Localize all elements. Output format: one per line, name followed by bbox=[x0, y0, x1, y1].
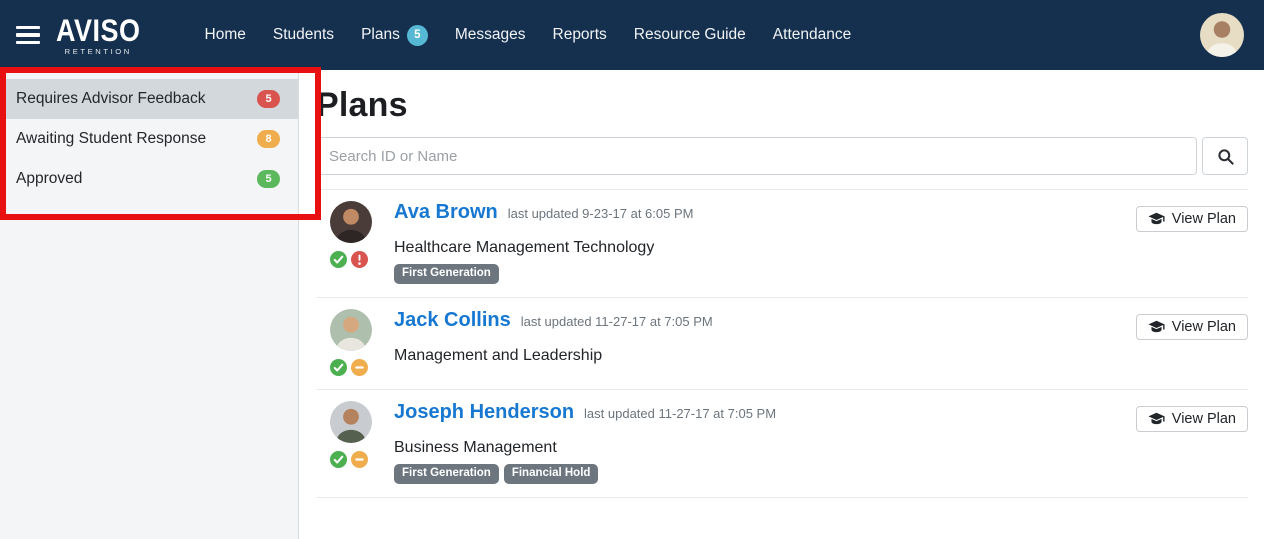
search-bar bbox=[316, 137, 1248, 175]
sidebar-item-awaiting-student-response[interactable]: Awaiting Student Response 8 bbox=[0, 119, 298, 159]
view-plan-button[interactable]: View Plan bbox=[1136, 314, 1248, 340]
approved-check-icon bbox=[330, 359, 347, 376]
graduation-cap-icon bbox=[1148, 320, 1165, 334]
graduation-cap-icon bbox=[1148, 212, 1165, 226]
plans-page: Plans bbox=[300, 70, 1264, 539]
sidebar-item-requires-advisor-feedback[interactable]: Requires Advisor Feedback 5 bbox=[0, 79, 298, 119]
student-name-link[interactable]: Jack Collins bbox=[394, 309, 511, 332]
pending-minus-icon bbox=[351, 359, 368, 376]
student-tag: First Generation bbox=[394, 464, 499, 484]
student-avatar[interactable] bbox=[330, 201, 372, 243]
alert-exclamation-icon bbox=[351, 251, 368, 268]
student-avatar-photo bbox=[330, 201, 372, 243]
pending-minus-icon bbox=[351, 451, 368, 468]
view-plan-button[interactable]: View Plan bbox=[1136, 406, 1248, 432]
last-updated-text: last updated 9-23-17 at 6:05 PM bbox=[508, 206, 694, 221]
brand-name: AVISO bbox=[56, 15, 141, 47]
student-avatar-photo bbox=[330, 309, 372, 351]
nav-item-reports[interactable]: Reports bbox=[553, 26, 607, 44]
student-program: Healthcare Management Technology bbox=[394, 239, 1136, 257]
plan-row-ava-brown: Ava Brown last updated 9-23-17 at 6:05 P… bbox=[316, 189, 1248, 297]
graduation-cap-icon bbox=[1148, 412, 1165, 426]
user-avatar-photo bbox=[1200, 13, 1244, 57]
plan-list: Ava Brown last updated 9-23-17 at 6:05 P… bbox=[316, 189, 1248, 498]
approved-count-badge: 5 bbox=[257, 170, 280, 188]
student-tag: Financial Hold bbox=[504, 464, 599, 484]
view-plan-button[interactable]: View Plan bbox=[1136, 206, 1248, 232]
top-navbar: AVISO RETENTION Home Students Plans 5 Me… bbox=[0, 0, 1264, 70]
student-avatar[interactable] bbox=[330, 401, 372, 443]
student-tag: First Generation bbox=[394, 264, 499, 284]
nav-item-messages[interactable]: Messages bbox=[455, 26, 526, 44]
nav-item-attendance[interactable]: Attendance bbox=[773, 26, 851, 44]
main-nav: Home Students Plans 5 Messages Reports R… bbox=[205, 25, 852, 46]
student-program: Business Management bbox=[394, 439, 1136, 457]
brand-logo[interactable]: AVISO RETENTION bbox=[56, 15, 141, 56]
sidebar-item-approved[interactable]: Approved 5 bbox=[0, 159, 298, 199]
student-name-link[interactable]: Ava Brown bbox=[394, 201, 498, 224]
plan-filter-sidebar: Requires Advisor Feedback 5 Awaiting Stu… bbox=[0, 70, 299, 539]
student-avatar-photo bbox=[330, 401, 372, 443]
requires-feedback-count-badge: 5 bbox=[257, 90, 280, 108]
last-updated-text: last updated 11-27-17 at 7:05 PM bbox=[584, 406, 776, 421]
search-button[interactable] bbox=[1202, 137, 1248, 175]
plans-count-badge: 5 bbox=[407, 25, 428, 46]
awaiting-response-count-badge: 8 bbox=[257, 130, 280, 148]
nav-item-plans[interactable]: Plans 5 bbox=[361, 25, 428, 46]
hamburger-menu-icon[interactable] bbox=[16, 26, 40, 44]
nav-item-students[interactable]: Students bbox=[273, 26, 334, 44]
student-avatar[interactable] bbox=[330, 309, 372, 351]
approved-check-icon bbox=[330, 451, 347, 468]
brand-tagline: RETENTION bbox=[65, 48, 132, 56]
plan-row-jack-collins: Jack Collins last updated 11-27-17 at 7:… bbox=[316, 297, 1248, 389]
student-program: Management and Leadership bbox=[394, 347, 1136, 365]
user-avatar[interactable] bbox=[1200, 13, 1244, 57]
last-updated-text: last updated 11-27-17 at 7:05 PM bbox=[521, 314, 713, 329]
search-icon bbox=[1216, 147, 1235, 166]
nav-item-resource-guide[interactable]: Resource Guide bbox=[634, 26, 746, 44]
nav-item-home[interactable]: Home bbox=[205, 26, 246, 44]
search-input[interactable] bbox=[316, 137, 1197, 175]
approved-check-icon bbox=[330, 251, 347, 268]
plan-row-joseph-henderson: Joseph Henderson last updated 11-27-17 a… bbox=[316, 389, 1248, 497]
student-name-link[interactable]: Joseph Henderson bbox=[394, 401, 574, 424]
page-title: Plans bbox=[316, 86, 1248, 125]
